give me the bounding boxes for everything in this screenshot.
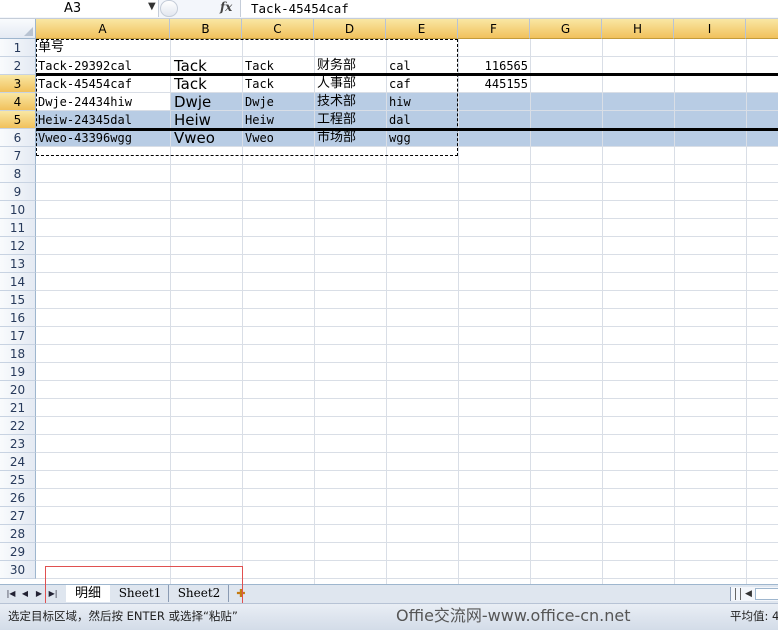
column-header-c[interactable]: C [242, 19, 314, 39]
watermark: Offie交流网-www.office-cn.net [396, 606, 631, 625]
gridline [36, 380, 778, 381]
row-header-2[interactable]: 2 [0, 57, 36, 75]
formula-input[interactable]: Tack-45454caf [240, 0, 778, 17]
tab-split-handle[interactable] [735, 588, 741, 600]
row-header-7[interactable]: 7 [0, 147, 36, 165]
row-header-4[interactable]: 4 [0, 93, 36, 111]
gridline [746, 39, 747, 584]
formula-text: Tack-45454caf [251, 1, 349, 16]
row-header-14[interactable]: 14 [0, 273, 36, 291]
cell-f3[interactable]: 445155 [458, 75, 530, 93]
gridline [36, 416, 778, 417]
row-header-26[interactable]: 26 [0, 489, 36, 507]
row-header-25[interactable]: 25 [0, 471, 36, 489]
gridline [36, 434, 778, 435]
gridline [36, 362, 778, 363]
column-header-a[interactable]: A [36, 19, 170, 39]
gridline [36, 344, 778, 345]
name-box-value: A3 [64, 1, 82, 16]
column-header-j[interactable] [746, 19, 778, 39]
row-header-16[interactable]: 16 [0, 309, 36, 327]
row-header-23[interactable]: 23 [0, 435, 36, 453]
gridline [36, 560, 778, 561]
gridline [36, 182, 778, 183]
gridline [36, 452, 778, 453]
prev-sheet-icon[interactable]: ◀ [19, 588, 31, 600]
scroll-thumb[interactable] [755, 588, 778, 600]
next-sheet-icon[interactable]: ▶ [33, 588, 45, 600]
row-header-20[interactable]: 20 [0, 381, 36, 399]
row-header-11[interactable]: 11 [0, 219, 36, 237]
row-header-5[interactable]: 5 [0, 111, 36, 129]
row-header-9[interactable]: 9 [0, 183, 36, 201]
row-header-29[interactable]: 29 [0, 543, 36, 561]
row-header-3[interactable]: 3 [0, 75, 36, 93]
row-header-12[interactable]: 12 [0, 237, 36, 255]
row-header-1[interactable]: 1 [0, 39, 36, 57]
column-header-i[interactable]: I [674, 19, 746, 39]
gridline [36, 254, 778, 255]
status-bar: 选定目标区域，然后按 ENTER 或选择“粘贴” Offie交流网-www.of… [0, 603, 778, 630]
chevron-down-icon[interactable]: ▼ [148, 1, 156, 12]
gridline [36, 506, 778, 507]
gridline [530, 39, 531, 584]
formula-bar-resize-handle[interactable] [160, 0, 178, 17]
gridline [36, 200, 778, 201]
select-all-corner[interactable] [0, 19, 36, 39]
gridline [36, 290, 778, 291]
row-header-30[interactable]: 30 [0, 561, 36, 579]
column-header-e[interactable]: E [386, 19, 458, 39]
gridline [36, 524, 778, 525]
copy-marquee [36, 39, 458, 156]
scroll-left-icon[interactable]: ◀ [745, 587, 752, 601]
gridline [36, 164, 778, 165]
gridline [36, 218, 778, 219]
gridline [36, 398, 778, 399]
gridline [36, 326, 778, 327]
select-all-icon [24, 27, 33, 36]
column-header-g[interactable]: G [530, 19, 602, 39]
first-sheet-icon[interactable]: |◀ [5, 588, 17, 600]
name-box[interactable]: A3 ▼ [0, 0, 159, 17]
column-header-f[interactable]: F [458, 19, 530, 39]
row-header-21[interactable]: 21 [0, 399, 36, 417]
row-header-28[interactable]: 28 [0, 525, 36, 543]
gridline [458, 39, 459, 584]
row-header-18[interactable]: 18 [0, 345, 36, 363]
gridline [36, 488, 778, 489]
row-header-6[interactable]: 6 [0, 129, 36, 147]
row-header-19[interactable]: 19 [0, 363, 36, 381]
column-header-d[interactable]: D [314, 19, 386, 39]
status-message: 选定目标区域，然后按 ENTER 或选择“粘贴” [8, 609, 238, 623]
row-header-10[interactable]: 10 [0, 201, 36, 219]
gridline [36, 236, 778, 237]
row-header-22[interactable]: 22 [0, 417, 36, 435]
gridline [36, 542, 778, 543]
gridline [36, 470, 778, 471]
column-header-b[interactable]: B [170, 19, 242, 39]
row-header-15[interactable]: 15 [0, 291, 36, 309]
row-header-17[interactable]: 17 [0, 327, 36, 345]
insert-function-icon[interactable]: fx [220, 0, 232, 14]
row-header-27[interactable]: 27 [0, 507, 36, 525]
row-header-24[interactable]: 24 [0, 453, 36, 471]
gridline [674, 39, 675, 584]
formula-bar: A3 ▼ fx Tack-45454caf [0, 0, 778, 19]
gridline [36, 308, 778, 309]
row-header-8[interactable]: 8 [0, 165, 36, 183]
status-average[interactable]: 平均值: 4 [730, 604, 778, 628]
column-header-h[interactable]: H [602, 19, 674, 39]
worksheet-grid[interactable]: A B C D E F G H I 1 2 3 4 5 6 7 8 9 10 1… [0, 19, 778, 584]
gridline [36, 272, 778, 273]
gridline [602, 39, 603, 584]
row-header-13[interactable]: 13 [0, 255, 36, 273]
horizontal-scrollbar[interactable]: ◀ [730, 587, 778, 601]
